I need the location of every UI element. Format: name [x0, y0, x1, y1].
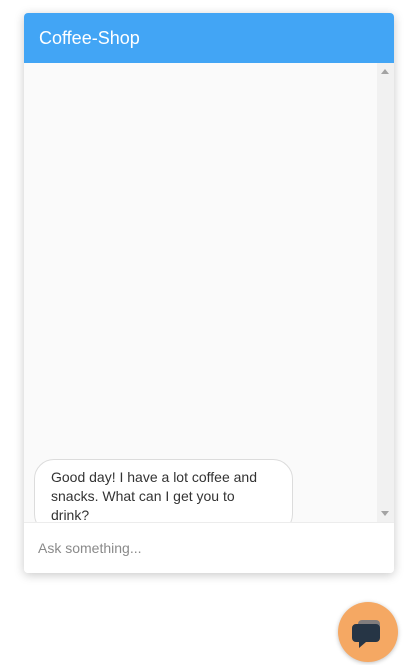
messages-area[interactable]: Good day! I have a lot coffee and snacks…	[24, 63, 394, 534]
chat-title: Coffee-Shop	[39, 28, 140, 48]
chat-window: Coffee-Shop Good day! I have a lot coffe…	[24, 13, 394, 573]
chat-header: Coffee-Shop	[24, 13, 394, 63]
scroll-up-arrow-icon[interactable]	[381, 69, 389, 74]
chat-launcher-button[interactable]	[338, 602, 398, 662]
chat-bubble-icon	[352, 620, 380, 648]
chat-input[interactable]	[38, 537, 368, 559]
scrollbar[interactable]	[377, 63, 394, 522]
input-row	[24, 522, 394, 573]
scroll-down-arrow-icon[interactable]	[381, 511, 389, 516]
